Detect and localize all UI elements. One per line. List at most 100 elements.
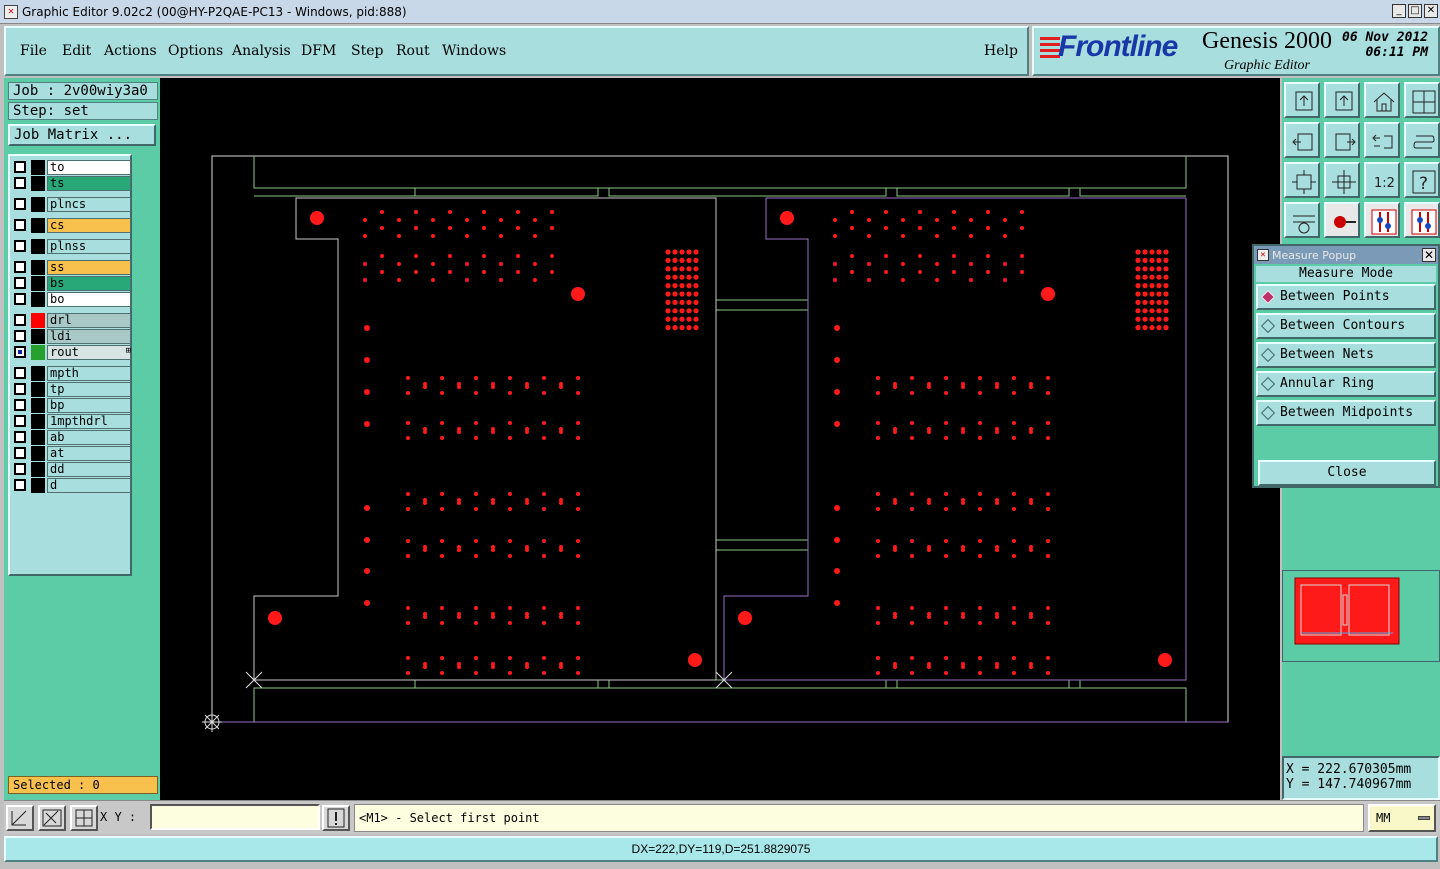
popup-close-icon[interactable]: ✕ [1422,248,1436,262]
close-icon[interactable]: ✕ [1424,4,1438,18]
layer-name[interactable]: plnss [47,239,131,254]
layer-row-ldi[interactable]: ldi [14,329,132,344]
layer-name[interactable]: drl [47,313,131,328]
measure-tool-icon[interactable] [38,805,66,831]
menu-rout[interactable]: Rout [396,43,430,59]
layer-color-swatch[interactable] [31,478,45,493]
layer-checkbox[interactable] [14,277,26,289]
layer-name[interactable]: 1mpthdrl [47,414,131,429]
unit-selector[interactable]: MM [1368,804,1436,832]
menu-step[interactable]: Step [351,43,383,59]
layer-name[interactable]: ts [47,176,131,191]
job-matrix-button[interactable]: Job Matrix ... [8,124,156,146]
snap-active-icon[interactable] [1364,202,1400,238]
layer-checkbox[interactable] [14,293,26,305]
menu-help[interactable]: Help [984,43,1018,59]
layer-name[interactable]: at [47,446,131,461]
popup-close-button[interactable]: Close [1258,460,1436,486]
menu-options[interactable]: Options [168,43,223,59]
undo-icon[interactable] [1364,122,1400,158]
redo-icon[interactable] [1404,122,1440,158]
layer-row-bs[interactable]: bs [14,276,132,291]
settings-icon[interactable] [1284,202,1320,238]
layer-name[interactable]: bo [47,292,131,307]
layer-row-d[interactable]: d [14,478,132,493]
layer-checkbox[interactable] [14,161,26,173]
layer-name[interactable]: ss [47,260,131,275]
pan-left-icon[interactable] [1284,122,1320,158]
layer-row-mpth[interactable]: mpth [14,366,132,381]
overview-minimap[interactable] [1282,570,1440,662]
zoom-home-icon[interactable] [1324,82,1360,118]
layer-color-swatch[interactable] [31,414,45,429]
layer-name[interactable]: mpth [47,366,131,381]
layer-name[interactable]: rout [47,345,131,360]
layer-color-swatch[interactable] [31,366,45,381]
board-drawing[interactable] [160,78,1280,800]
layer-name[interactable]: to [47,160,131,175]
snap-active-icon[interactable] [1404,202,1440,238]
menu-analysis[interactable]: Analysis [232,43,291,59]
option-between-midpoints[interactable]: Between Midpoints [1256,400,1436,426]
layer-row-plnss[interactable]: plnss [14,239,132,254]
layer-row-ss[interactable]: ss [14,260,132,275]
zoom-home-icon[interactable] [1284,82,1320,118]
layer-checkbox[interactable] [14,479,26,491]
layer-checkbox[interactable] [14,261,26,273]
menu-dfm[interactable]: DFM [301,43,336,59]
layer-row-bp[interactable]: bp [14,398,132,413]
layer-row-drl[interactable]: drl [14,313,132,328]
layer-checkbox[interactable] [14,367,26,379]
layer-name[interactable]: bs [47,276,131,291]
one-to-two-icon[interactable]: 1:2 [1364,162,1400,198]
layer-row-plncs[interactable]: plncs [14,197,132,212]
layer-color-swatch[interactable] [31,276,45,291]
layer-color-swatch[interactable] [31,313,45,328]
help-icon[interactable]: ? [1404,162,1440,198]
layer-name[interactable]: dd [47,462,131,477]
menu-file[interactable]: File [20,43,47,59]
probe-icon[interactable] [1324,202,1360,238]
layer-checkbox[interactable] [14,399,26,411]
layer-checkbox[interactable] [14,346,26,358]
layer-name[interactable]: ldi [47,329,131,344]
layer-checkbox[interactable] [14,415,26,427]
fit-screen-icon[interactable] [1284,162,1320,198]
layer-name[interactable]: cs [47,218,131,233]
layer-row-dd[interactable]: dd [14,462,132,477]
option-between-contours[interactable]: Between Contours [1256,313,1436,339]
layer-color-swatch[interactable] [31,218,45,233]
menu-edit[interactable]: Edit [62,43,91,59]
layer-row-to[interactable]: to [14,160,132,175]
alert-icon[interactable] [322,805,350,831]
layer-name[interactable]: bp [47,398,131,413]
layer-row-ab[interactable]: ab [14,430,132,445]
layer-checkbox[interactable] [14,431,26,443]
menu-actions[interactable]: Actions [104,43,157,59]
layer-row-cs[interactable]: cs [14,218,132,233]
popup-titlebar[interactable]: ✕ Measure Popup ✕ [1254,246,1438,264]
layer-row-at[interactable]: at [14,446,132,461]
window-icon[interactable] [1404,82,1440,118]
pan-right-icon[interactable] [1324,122,1360,158]
option-between-nets[interactable]: Between Nets [1256,342,1436,368]
layer-color-swatch[interactable] [31,462,45,477]
layer-checkbox[interactable] [14,240,26,252]
layer-row-rout[interactable]: rout ⊞ [14,345,132,360]
layer-color-swatch[interactable] [31,239,45,254]
option-between-points[interactable]: Between Points [1256,284,1436,310]
menu-windows[interactable]: Windows [442,43,506,59]
layer-name[interactable]: plncs [47,197,131,212]
layer-color-swatch[interactable] [31,430,45,445]
layer-color-swatch[interactable] [31,446,45,461]
layer-color-swatch[interactable] [31,382,45,397]
layer-name[interactable]: tp [47,382,131,397]
layer-row-bo[interactable]: bo [14,292,132,307]
layer-color-swatch[interactable] [31,398,45,413]
layer-color-swatch[interactable] [31,292,45,307]
minimize-icon[interactable]: _ [1392,4,1406,18]
grid-tool-icon[interactable] [70,805,98,831]
layer-row-tp[interactable]: tp [14,382,132,397]
line-tool-icon[interactable] [6,805,34,831]
layer-color-swatch[interactable] [31,345,45,360]
